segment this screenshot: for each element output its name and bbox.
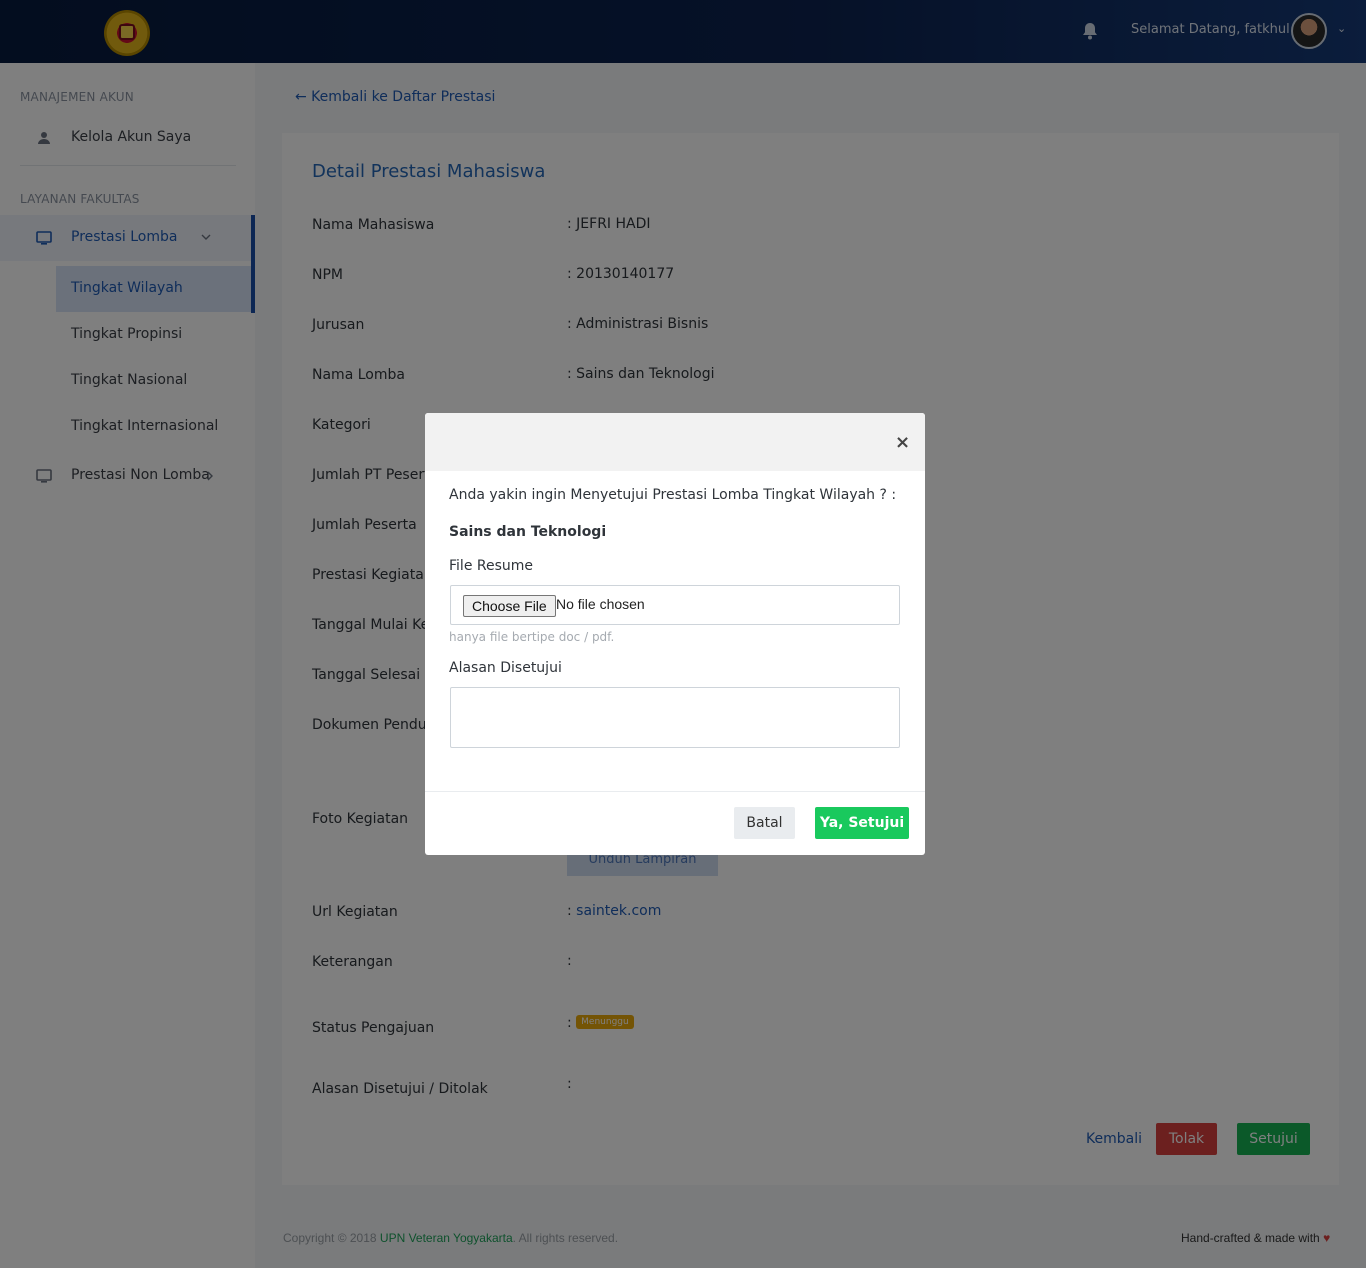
confirm-approve-button[interactable]: Ya, Setujui (815, 807, 909, 839)
file-resume-label: File Resume (449, 558, 534, 574)
reason-label: Alasan Disetujui (449, 660, 562, 676)
file-status-text: No file chosen (556, 596, 645, 612)
modal-subject: Sains dan Teknologi (449, 524, 607, 540)
approve-modal: × Anda yakin ingin Menyetujui Prestasi L… (425, 413, 925, 855)
file-hint: hanya file bertipe doc / pdf. (449, 630, 615, 644)
choose-file-button[interactable]: Choose File (463, 595, 556, 617)
cancel-button[interactable]: Batal (734, 807, 795, 839)
file-resume-input[interactable]: Choose File No file chosen (450, 585, 900, 625)
close-icon[interactable]: × (895, 432, 910, 453)
modal-header: × (425, 413, 925, 471)
modal-question: Anda yakin ingin Menyetujui Prestasi Lom… (449, 487, 897, 503)
modal-divider (425, 791, 925, 792)
reason-textarea[interactable] (450, 687, 900, 748)
